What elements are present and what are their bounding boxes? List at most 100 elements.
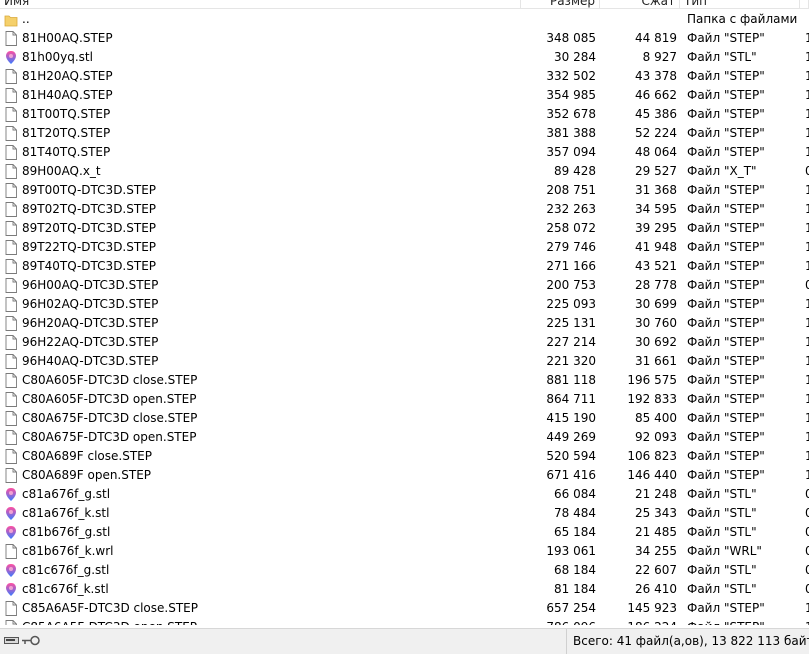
file-row[interactable]: c81c676f_g.stl 68 184 22 607 Файл "STL" 0 bbox=[0, 561, 809, 580]
file-row[interactable]: 81h00yq.stl 30 284 8 927 Файл "STL" 1 bbox=[0, 48, 809, 67]
file-row[interactable]: 89T02TQ-DTC3D.STEP 232 263 34 595 Файл "STE… bbox=[0, 200, 809, 219]
file-list[interactable]: .. Папка с файлами 81H00AQ.STEP 348 085 44 8… bbox=[0, 10, 809, 625]
file-row[interactable]: c81c676f_k.stl 81 184 26 410 Файл "STL" 0 bbox=[0, 580, 809, 599]
file-row[interactable]: 89T22TQ-DTC3D.STEP 279 746 41 948 Файл "STE… bbox=[0, 238, 809, 257]
key-icon bbox=[22, 635, 40, 646]
file-extra: 1 bbox=[805, 88, 809, 102]
file-packed-size: 85 400 bbox=[635, 411, 677, 425]
file-size: 271 166 bbox=[546, 259, 596, 273]
file-type: Файл "STEP" bbox=[687, 392, 765, 406]
file-extra: 1 bbox=[805, 618, 809, 625]
file-size: 671 416 bbox=[546, 468, 596, 482]
column-header-type[interactable]: Тип bbox=[680, 0, 800, 8]
file-size: 68 184 bbox=[554, 563, 596, 577]
file-row[interactable]: 89H00AQ.x_t 89 428 29 527 Файл "X_T" 0 bbox=[0, 162, 809, 181]
file-extra: 1 bbox=[805, 107, 809, 121]
file-size: 786 096 bbox=[520, 618, 596, 625]
file-size: 449 269 bbox=[546, 430, 596, 444]
file-row[interactable]: 81T20TQ.STEP 381 388 52 224 Файл "STEP" 1 bbox=[0, 124, 809, 143]
file-packed-size: 92 093 bbox=[635, 430, 677, 444]
document-icon bbox=[5, 354, 17, 369]
file-type: Файл "STEP" bbox=[687, 31, 765, 45]
file-packed-size: 25 343 bbox=[635, 506, 677, 520]
file-size: 881 118 bbox=[546, 373, 596, 387]
file-row[interactable]: c81b676f_k.wrl 193 061 34 255 Файл "WRL" 0 bbox=[0, 542, 809, 561]
file-name: C80A605F-DTC3D open.STEP bbox=[22, 392, 197, 406]
file-size: 352 678 bbox=[546, 107, 596, 121]
document-icon bbox=[5, 221, 17, 236]
file-packed-size: 30 760 bbox=[635, 316, 677, 330]
file-name: .. bbox=[22, 12, 30, 26]
file-extra: 1 bbox=[805, 69, 809, 83]
file-row[interactable]: 89T40TQ-DTC3D.STEP 271 166 43 521 Файл "STE… bbox=[0, 257, 809, 276]
file-row[interactable]: 96H40AQ-DTC3D.STEP 221 320 31 661 Файл "STE… bbox=[0, 352, 809, 371]
file-extra: 1 bbox=[805, 335, 809, 349]
file-name: C85A6A5F-DTC3D close.STEP bbox=[22, 601, 198, 615]
file-row[interactable]: 96H20AQ-DTC3D.STEP 225 131 30 760 Файл "STE… bbox=[0, 314, 809, 333]
file-size: 357 094 bbox=[546, 145, 596, 159]
file-size: 258 072 bbox=[546, 221, 596, 235]
file-name: 81T20TQ.STEP bbox=[22, 126, 111, 140]
file-name: C80A675F-DTC3D open.STEP bbox=[22, 430, 197, 444]
file-packed-size: 106 823 bbox=[627, 449, 677, 463]
file-row[interactable]: C85A6A5F-DTC3D close.STEP 657 254 145 923 Ф… bbox=[0, 599, 809, 618]
column-header-extra[interactable] bbox=[800, 0, 809, 8]
file-size: 232 263 bbox=[546, 202, 596, 216]
document-icon bbox=[5, 411, 17, 426]
file-name: 81H40AQ.STEP bbox=[22, 88, 113, 102]
file-row[interactable]: c81a676f_g.stl 66 084 21 248 Файл "STL" 0 bbox=[0, 485, 809, 504]
file-packed-size: 21 248 bbox=[635, 487, 677, 501]
file-row[interactable]: 81H40AQ.STEP 354 985 46 662 Файл "STEP" 1 bbox=[0, 86, 809, 105]
file-extra: 1 bbox=[805, 145, 809, 159]
file-row[interactable]: 96H02AQ-DTC3D.STEP 225 093 30 699 Файл "STE… bbox=[0, 295, 809, 314]
file-row[interactable]: 81T00TQ.STEP 352 678 45 386 Файл "STEP" 1 bbox=[0, 105, 809, 124]
file-name: c81c676f_g.stl bbox=[22, 563, 110, 577]
file-packed-size: 145 923 bbox=[627, 601, 677, 615]
status-left-panel bbox=[0, 629, 567, 654]
file-extra: 1 bbox=[805, 259, 809, 273]
file-row[interactable]: C80A605F-DTC3D close.STEP 881 118 196 575 Ф… bbox=[0, 371, 809, 390]
document-icon bbox=[5, 240, 17, 255]
file-row[interactable]: C80A605F-DTC3D open.STEP 864 711 192 833 Фа… bbox=[0, 390, 809, 409]
file-type: Файл "STEP" bbox=[687, 411, 765, 425]
file-row[interactable]: 81H20AQ.STEP 332 502 43 378 Файл "STEP" 1 bbox=[0, 67, 809, 86]
file-type: Файл "STEP" bbox=[687, 221, 765, 235]
file-row[interactable]: 89T20TQ-DTC3D.STEP 258 072 39 295 Файл "STE… bbox=[0, 219, 809, 238]
file-packed-size: 39 295 bbox=[635, 221, 677, 235]
file-row[interactable]: C80A675F-DTC3D open.STEP 449 269 92 093 Фай… bbox=[0, 428, 809, 447]
file-row[interactable]: C85A6A5F-DTC3D open.STEP786 096 186 224 Фа… bbox=[0, 618, 809, 625]
file-size: 221 320 bbox=[546, 354, 596, 368]
file-type: Файл "STEP" bbox=[687, 145, 765, 159]
document-icon bbox=[5, 468, 17, 483]
file-row[interactable]: 89T00TQ-DTC3D.STEP 208 751 31 368 Файл "STE… bbox=[0, 181, 809, 200]
file-row[interactable]: c81b676f_g.stl 65 184 21 485 Файл "STL" 0 bbox=[0, 523, 809, 542]
file-row[interactable]: C80A689F open.STEP 671 416 146 440 Файл "ST… bbox=[0, 466, 809, 485]
file-extra: 1 bbox=[805, 202, 809, 216]
file-row[interactable]: c81a676f_k.stl 78 484 25 343 Файл "STL" 0 bbox=[0, 504, 809, 523]
column-header-packed[interactable]: Сжат bbox=[600, 0, 680, 8]
file-packed-size: 34 255 bbox=[635, 544, 677, 558]
stl-icon bbox=[6, 51, 16, 64]
file-packed-size: 44 819 bbox=[635, 31, 677, 45]
file-row[interactable]: 81T40TQ.STEP 357 094 48 064 Файл "STEP" 1 bbox=[0, 143, 809, 162]
file-extra bbox=[805, 10, 809, 29]
file-packed-size: 29 527 bbox=[635, 164, 677, 178]
file-row[interactable]: 96H00AQ-DTC3D.STEP 200 753 28 778 Файл "STE… bbox=[0, 276, 809, 295]
file-row[interactable]: C80A689F close.STEP 520 594 106 823 Файл "S… bbox=[0, 447, 809, 466]
file-size: 78 484 bbox=[554, 506, 596, 520]
stl-icon bbox=[6, 507, 16, 520]
file-packed-size: 30 699 bbox=[635, 297, 677, 311]
file-type: Файл "STEP" bbox=[687, 88, 765, 102]
file-packed-size: 45 386 bbox=[635, 107, 677, 121]
file-row[interactable]: 81H00AQ.STEP 348 085 44 819 Файл "STEP" 1 bbox=[0, 29, 809, 48]
file-row[interactable]: C80A675F-DTC3D close.STEP 415 190 85 400 Фа… bbox=[0, 409, 809, 428]
file-type: Файл "STEP" bbox=[687, 278, 765, 292]
file-extra: 1 bbox=[805, 126, 809, 140]
file-packed-size: 46 662 bbox=[635, 88, 677, 102]
file-row[interactable]: 96H22AQ-DTC3D.STEP 227 214 30 692 Файл "STE… bbox=[0, 333, 809, 352]
column-header-name[interactable]: Имя bbox=[0, 0, 521, 8]
file-row[interactable]: .. Папка с файлами bbox=[0, 10, 809, 29]
column-header-size[interactable]: Размер bbox=[521, 0, 600, 8]
document-icon bbox=[5, 259, 17, 274]
file-size: 332 502 bbox=[546, 69, 596, 83]
